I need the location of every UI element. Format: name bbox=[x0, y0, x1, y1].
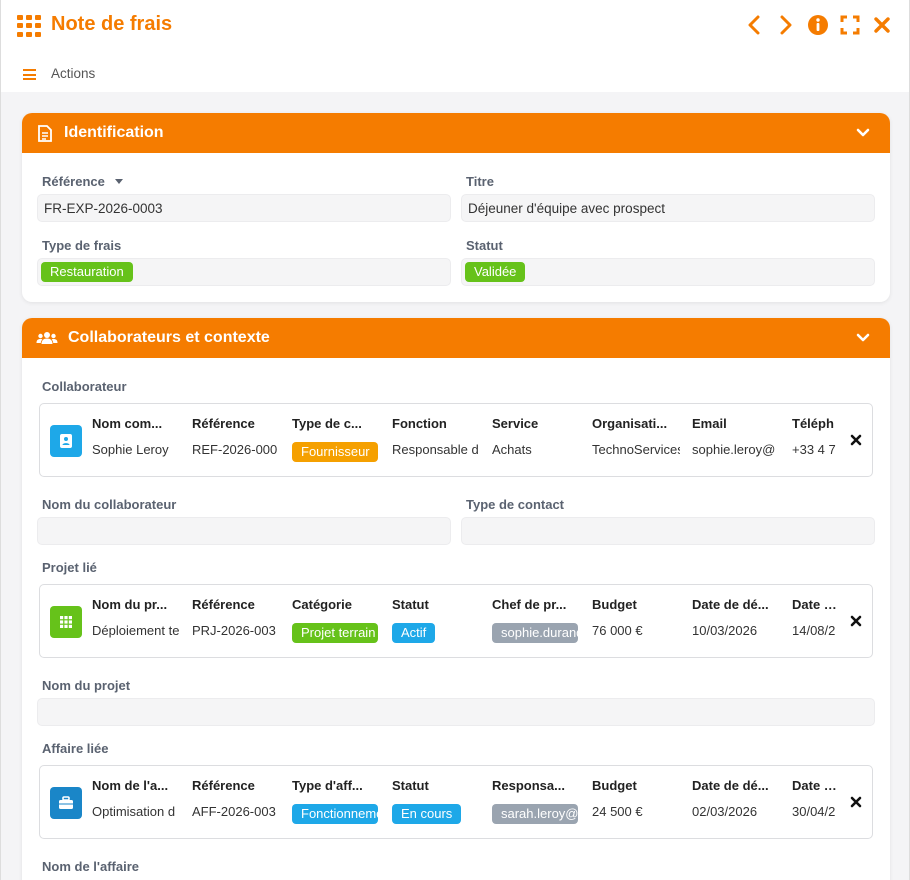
affaire-col-2: Référence AFF-2026-003 bbox=[192, 778, 276, 819]
projet-section-label: Projet lié bbox=[42, 560, 97, 575]
remove-collaborateur-icon[interactable] bbox=[848, 432, 864, 448]
nom-projet-field[interactable] bbox=[37, 698, 875, 726]
remove-affaire-icon[interactable] bbox=[848, 794, 864, 810]
collab-col-4: Fonction Responsable d bbox=[392, 416, 479, 457]
reference-field[interactable]: FR-EXP-2026-0003 bbox=[37, 194, 451, 222]
chevron-right-icon[interactable] bbox=[775, 14, 797, 36]
info-icon[interactable] bbox=[807, 14, 829, 36]
actions-menu-button[interactable]: Actions bbox=[51, 66, 95, 81]
nom-collaborateur-label: Nom du collaborateur bbox=[42, 497, 177, 512]
context-header[interactable]: Collaborateurs et contexte bbox=[22, 318, 890, 358]
nom-collaborateur-field[interactable] bbox=[37, 517, 451, 545]
projet-card[interactable]: Nom du pr... Déploiement te Référence PRJ-… bbox=[39, 584, 873, 658]
statut-label: Statut bbox=[466, 238, 503, 253]
responsable-badge: sarah.leroy@ bbox=[492, 804, 578, 824]
affaire-col-1: Nom de l'a... Optimisation d bbox=[92, 778, 176, 819]
project-grid-icon bbox=[50, 606, 82, 638]
chevron-down-icon[interactable] bbox=[856, 125, 870, 143]
caret-down-icon[interactable] bbox=[114, 178, 124, 186]
projet-col-7: Date de dé... 10/03/2026 bbox=[692, 597, 769, 638]
menu-icon[interactable] bbox=[23, 69, 36, 80]
projet-col-6: Budget 76 000 € bbox=[592, 597, 643, 638]
fullscreen-icon[interactable] bbox=[839, 14, 861, 36]
affaire-section-label: Affaire liée bbox=[42, 741, 109, 756]
collaborateur-card[interactable]: Nom com... Sophie Leroy Référence REF-2026… bbox=[39, 403, 873, 477]
collab-col-7: Email sophie.leroy@ bbox=[692, 416, 776, 457]
type-frais-field[interactable]: Restauration bbox=[37, 258, 451, 286]
collab-col-2: Référence REF-2026-000 bbox=[192, 416, 278, 457]
collab-col-3: Type de c... Fournisseur bbox=[292, 416, 380, 462]
statut-badge: Validée bbox=[465, 262, 526, 282]
projet-col-1: Nom du pr... Déploiement te bbox=[92, 597, 180, 638]
identification-title: Identification bbox=[64, 124, 164, 141]
contact-card-icon bbox=[50, 425, 82, 457]
grid-app-icon[interactable] bbox=[17, 15, 41, 37]
chef-projet-badge: sophie.durand bbox=[492, 623, 578, 643]
identification-panel: Identification Référence FR-EXP-2026-000… bbox=[22, 113, 890, 302]
type-contact-label: Type de contact bbox=[466, 497, 565, 512]
affaire-card[interactable]: Nom de l'a... Optimisation d Référence AFF… bbox=[39, 765, 873, 839]
title-bar: Note de frais bbox=[1, 0, 909, 52]
affaire-col-6: Budget 24 500 € bbox=[592, 778, 643, 819]
users-icon bbox=[36, 329, 58, 347]
chevron-left-icon[interactable] bbox=[743, 14, 765, 36]
projet-col-5: Chef de pr... sophie.durand bbox=[492, 597, 580, 643]
projet-statut-badge: Actif bbox=[392, 623, 436, 643]
identification-header[interactable]: Identification bbox=[22, 113, 890, 153]
expense-note-window: Note de frais Actions Identification Réf… bbox=[0, 0, 910, 880]
projet-col-4: Statut Actif bbox=[392, 597, 480, 643]
titre-label: Titre bbox=[466, 174, 494, 189]
categorie-badge: Projet terrain bbox=[292, 623, 378, 643]
type-contact-badge: Fournisseur bbox=[292, 442, 378, 462]
context-title: Collaborateurs et contexte bbox=[68, 329, 270, 346]
collaborateur-section-label: Collaborateur bbox=[42, 379, 127, 394]
affaire-col-7: Date de dé... 02/03/2026 bbox=[692, 778, 769, 819]
reference-label: Référence bbox=[42, 174, 124, 189]
document-icon bbox=[36, 124, 54, 142]
projet-col-2: Référence PRJ-2026-003 bbox=[192, 597, 276, 638]
affaire-col-3: Type d'aff...Fonctionnement bbox=[292, 778, 380, 824]
affaire-col-5: Responsa... sarah.leroy@ bbox=[492, 778, 580, 824]
type-affaire-badge: Fonctionnement bbox=[292, 804, 378, 824]
actions-toolbar: Actions bbox=[1, 52, 909, 92]
nom-affaire-label: Nom de l'affaire bbox=[42, 859, 140, 874]
affaire-statut-badge: En cours bbox=[392, 804, 462, 824]
type-frais-badge: Restauration bbox=[41, 262, 133, 282]
collab-col-5: Service Achats bbox=[492, 416, 539, 457]
window-title: Note de frais bbox=[51, 13, 173, 35]
type-contact-field[interactable] bbox=[461, 517, 875, 545]
type-frais-label: Type de frais bbox=[42, 238, 122, 253]
titre-field[interactable]: Déjeuner d'équipe avec prospect bbox=[461, 194, 875, 222]
affaire-col-8: Date de 30/04/2 bbox=[792, 778, 838, 819]
nom-projet-label: Nom du projet bbox=[42, 678, 131, 693]
close-icon[interactable] bbox=[871, 14, 893, 36]
remove-projet-icon[interactable] bbox=[848, 613, 864, 629]
collab-col-6: Organisati... TechnoServices bbox=[592, 416, 680, 457]
context-panel: Collaborateurs et contexte Collaborateur… bbox=[22, 318, 890, 880]
collab-col-1: Nom com... Sophie Leroy bbox=[92, 416, 169, 457]
affaire-col-4: Statut En cours bbox=[392, 778, 480, 824]
briefcase-icon bbox=[50, 787, 82, 819]
chevron-down-icon[interactable] bbox=[856, 330, 870, 348]
collab-col-8: Téléph +33 4 7 bbox=[792, 416, 836, 457]
statut-field[interactable]: Validée bbox=[461, 258, 875, 286]
projet-col-8: Date de 14/08/2 bbox=[792, 597, 838, 638]
projet-col-3: Catégorie Projet terrain bbox=[292, 597, 380, 643]
